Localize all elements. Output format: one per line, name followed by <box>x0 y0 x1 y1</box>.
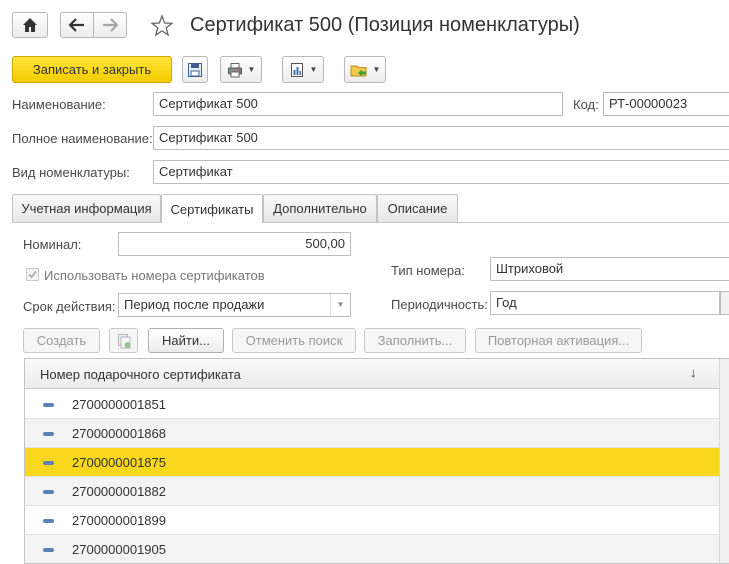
table-row[interactable]: 2700000001851 <box>25 390 720 419</box>
use-numbers-checkbox[interactable] <box>26 268 39 281</box>
page-title: Сертификат 500 (Позиция номенклатуры) <box>190 14 580 36</box>
table-row[interactable]: 2700000001899 <box>25 506 720 535</box>
sort-arrow-icon: ↓ <box>690 365 697 380</box>
star-icon <box>150 14 174 37</box>
home-icon <box>23 18 37 32</box>
tab-description[interactable]: Описание <box>377 194 458 222</box>
favorite-button[interactable] <box>150 14 174 38</box>
certificates-table[interactable]: Номер подарочного сертификата ↓ 27000000… <box>24 358 729 564</box>
arrow-left-icon <box>69 18 84 32</box>
forward-button[interactable] <box>93 12 127 38</box>
certificate-item-icon <box>43 403 54 407</box>
save-and-close-button[interactable]: Записать и закрыть <box>12 56 172 83</box>
chevron-down-icon: ▼ <box>247 65 256 74</box>
nominal-field[interactable]: 500,00 <box>118 232 351 256</box>
fill-button[interactable]: Заполнить... <box>364 328 466 353</box>
tab-divider <box>12 222 729 223</box>
copy-icon <box>117 333 130 348</box>
certificate-number: 2700000001875 <box>72 455 166 470</box>
nomenclature-type-label: Вид номенклатуры: <box>12 165 130 180</box>
related-documents-button[interactable]: ▼ <box>344 56 386 83</box>
certificate-item-icon <box>43 519 54 523</box>
table-row-selected[interactable]: 2700000001875 <box>25 448 720 477</box>
printer-icon <box>227 62 242 77</box>
chevron-down-icon[interactable]: ▼ <box>330 294 350 316</box>
create-button[interactable]: Создать <box>23 328 100 353</box>
tab-accounting-info[interactable]: Учетная информация <box>12 194 161 222</box>
validity-select[interactable]: Период после продажи ▼ <box>118 293 351 317</box>
cancel-search-button[interactable]: Отменить поиск <box>232 328 356 353</box>
tab-certificates[interactable]: Сертификаты <box>161 194 263 223</box>
certificate-number: 2700000001882 <box>72 484 166 499</box>
table-header[interactable]: Номер подарочного сертификата ↓ <box>25 359 720 389</box>
save-button[interactable] <box>182 56 208 83</box>
column-header-certificate-number[interactable]: Номер подарочного сертификата <box>40 367 241 382</box>
copy-button[interactable] <box>109 328 138 353</box>
nomenclature-type-field[interactable]: Сертификат <box>153 160 729 184</box>
reactivate-button[interactable]: Повторная активация... <box>475 328 642 353</box>
floppy-disk-icon <box>188 62 202 77</box>
certificate-number: 2700000001899 <box>72 513 166 528</box>
code-label: Код: <box>573 97 599 112</box>
validity-label: Срок действия: <box>23 299 116 314</box>
print-menu-button[interactable]: ▼ <box>220 56 262 83</box>
number-type-field[interactable]: Штриховой <box>490 257 729 281</box>
reports-menu-button[interactable]: ▼ <box>282 56 324 83</box>
full-name-field[interactable]: Сертификат 500 <box>153 126 729 150</box>
full-name-label: Полное наименование: <box>12 131 153 146</box>
name-label: Наименование: <box>12 97 106 112</box>
periodicity-field[interactable]: Год <box>490 291 720 315</box>
table-row[interactable]: 2700000001868 <box>25 419 720 448</box>
folder-arrow-icon <box>350 65 367 76</box>
report-icon <box>290 62 303 77</box>
back-button[interactable] <box>60 12 94 38</box>
find-button[interactable]: Найти... <box>148 328 224 353</box>
name-field[interactable]: Сертификат 500 <box>153 92 563 116</box>
chevron-down-icon: ▼ <box>372 65 381 74</box>
checkmark-icon <box>28 270 37 279</box>
table-row[interactable]: 2700000001905 <box>25 535 720 563</box>
certificate-item-icon <box>43 461 54 465</box>
code-field[interactable]: РТ-00000023 <box>603 92 729 116</box>
nominal-label: Номинал: <box>23 237 82 252</box>
validity-value: Период после продажи <box>124 297 265 312</box>
certificate-item-icon <box>43 548 54 552</box>
table-row[interactable]: 2700000001882 <box>25 477 720 506</box>
number-type-label: Тип номера: <box>391 263 465 278</box>
use-numbers-label: Использовать номера сертификатов <box>44 268 265 283</box>
chevron-down-icon: ▼ <box>309 65 318 74</box>
home-button[interactable] <box>12 12 48 38</box>
tab-additional[interactable]: Дополнительно <box>263 194 377 222</box>
certificate-number: 2700000001905 <box>72 542 166 557</box>
periodicity-label: Периодичность: <box>391 297 488 312</box>
periodicity-select-button[interactable] <box>720 291 729 315</box>
certificate-number: 2700000001851 <box>72 397 166 412</box>
table-scrollbar[interactable] <box>719 359 729 563</box>
certificate-item-icon <box>43 432 54 436</box>
certificate-item-icon <box>43 490 54 494</box>
certificate-number: 2700000001868 <box>72 426 166 441</box>
arrow-right-icon <box>103 18 118 32</box>
